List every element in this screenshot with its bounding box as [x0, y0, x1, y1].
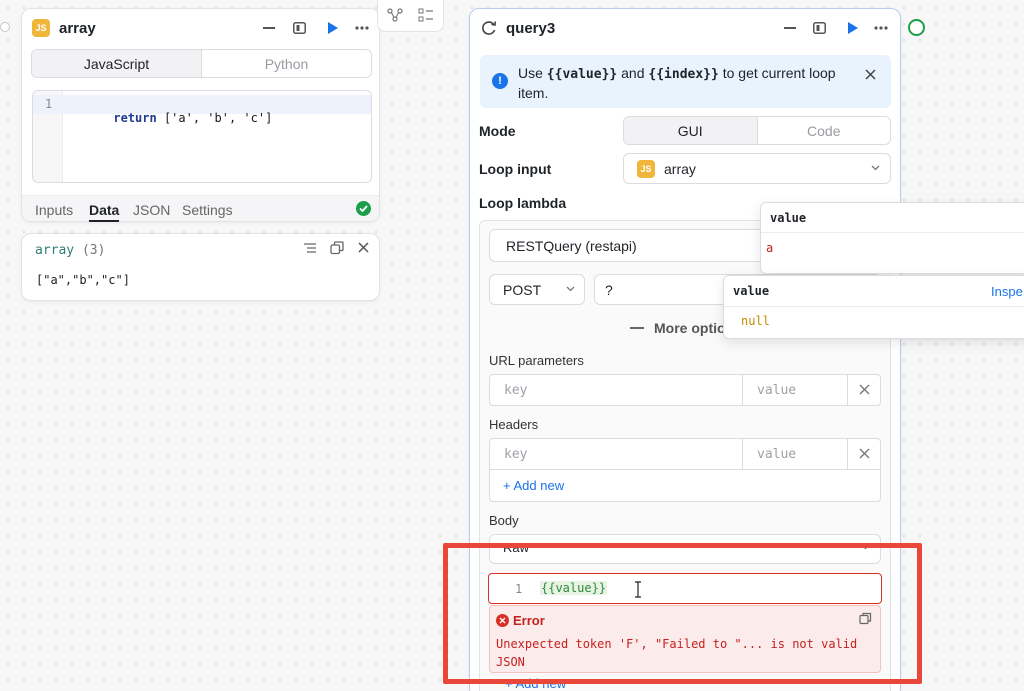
minimize-icon[interactable] — [260, 18, 278, 38]
body-type-select[interactable]: Raw — [489, 534, 881, 564]
run-icon[interactable] — [323, 18, 341, 38]
copy-icon[interactable] — [859, 612, 872, 625]
text-cursor-icon — [634, 581, 642, 601]
result-panel: array (3) ["a","b","c"] — [21, 233, 380, 301]
code-keyword: return — [113, 111, 157, 125]
tab-python[interactable]: Python — [201, 50, 371, 77]
mode-toggle: GUI Code — [623, 116, 891, 145]
mode-label: Mode — [479, 123, 516, 139]
error-box: Error Unexpected token 'F', "Failed to "… — [489, 605, 881, 673]
remove-row-icon[interactable] — [859, 448, 870, 459]
headers-block: key value + Add new — [489, 438, 881, 502]
add-body-row-button[interactable]: + Add new — [505, 676, 566, 691]
info-text: Use {{value}} and {{index}} to get curre… — [518, 65, 836, 101]
connector-dot-left[interactable] — [0, 22, 10, 32]
mode-code[interactable]: Code — [756, 117, 891, 144]
loop-icon — [480, 19, 498, 37]
wrap-text-icon[interactable] — [303, 242, 317, 254]
panel-layout-icon[interactable] — [810, 18, 828, 38]
success-check-icon — [356, 201, 371, 216]
result-value: ["a","b","c"] — [36, 273, 130, 287]
tab-inputs[interactable]: Inputs — [35, 202, 73, 218]
method-select[interactable]: POST — [489, 274, 585, 305]
line-number: 1 — [515, 582, 523, 596]
tooltip-title: value — [770, 211, 807, 225]
list-layout-icon[interactable] — [418, 8, 434, 22]
error-title: Error — [513, 613, 545, 628]
value-tooltip: value a — [760, 202, 1024, 274]
header-key-input[interactable]: key — [504, 447, 527, 462]
info-banner: ! Use {{value}} and {{index}} to get cur… — [480, 55, 891, 108]
query3-title[interactable]: query3 — [506, 20, 555, 37]
tooltip-title: value — [733, 284, 770, 298]
more-icon[interactable] — [872, 18, 890, 38]
tab-data[interactable]: Data — [89, 202, 120, 222]
connector-dot-right[interactable] — [908, 19, 925, 36]
loop-lambda-label: Loop lambda — [479, 195, 567, 211]
more-icon[interactable] — [353, 18, 371, 38]
js-icon: JS — [32, 19, 50, 37]
close-icon[interactable] — [865, 69, 876, 80]
remove-row-icon[interactable] — [859, 384, 870, 395]
canvas-toolbar — [377, 0, 444, 32]
tooltip-value: a — [766, 241, 774, 255]
url-params-row: key value — [489, 374, 881, 406]
line-number: 1 — [45, 97, 53, 111]
info-icon: ! — [492, 73, 508, 89]
js-icon: JS — [637, 159, 655, 178]
loop-input-label: Loop input — [479, 161, 552, 177]
language-toggle: JavaScript Python — [31, 49, 372, 78]
url-param-value-input[interactable]: value — [757, 383, 796, 398]
more-options-toggle[interactable]: More optio — [630, 320, 726, 336]
copy-icon[interactable] — [330, 241, 344, 255]
query3-panel: query3 ! Use {{value}} and {{index}} to … — [469, 8, 901, 691]
code-editor[interactable]: 1 return ['a', 'b', 'c'] — [32, 90, 372, 183]
code-text: ['a', 'b', 'c'] — [156, 111, 273, 125]
chevron-down-icon — [871, 165, 880, 171]
tooltip-value: null — [741, 314, 770, 328]
array-query-panel: JS array JavaScript Python 1 return ['a'… — [21, 8, 380, 222]
bottom-tabs: Inputs Data JSON Settings — [22, 195, 379, 222]
url-param-key-input[interactable]: key — [504, 383, 527, 398]
error-icon — [496, 614, 509, 627]
chevron-down-icon — [566, 286, 575, 292]
inspect-link[interactable]: Inspe — [991, 284, 1023, 299]
panel-layout-icon[interactable] — [290, 18, 308, 38]
tab-settings[interactable]: Settings — [182, 202, 233, 218]
result-name: array (3) — [35, 243, 106, 258]
add-header-button[interactable]: + Add new — [503, 478, 564, 493]
headers-label: Headers — [489, 417, 539, 432]
mode-gui[interactable]: GUI — [624, 117, 757, 144]
body-label: Body — [489, 513, 519, 528]
close-icon[interactable] — [358, 242, 369, 253]
loop-input-select[interactable]: JS array — [623, 153, 891, 184]
url-params-label: URL parameters — [489, 353, 584, 368]
chevron-down-icon — [861, 544, 870, 550]
tab-javascript[interactable]: JavaScript — [32, 50, 201, 77]
graph-icon[interactable] — [387, 8, 403, 22]
minimize-icon[interactable] — [781, 18, 799, 38]
run-icon[interactable] — [843, 18, 861, 38]
body-editor[interactable]: 1 {{value}} — [488, 573, 882, 604]
array-panel-title[interactable]: array — [59, 20, 96, 37]
header-value-input[interactable]: value — [757, 447, 796, 462]
error-message: Unexpected token 'F', "Failed to "... is… — [496, 637, 858, 669]
tab-json[interactable]: JSON — [133, 202, 170, 218]
value-inspect-tooltip: value Inspe null — [723, 275, 1024, 339]
body-code: {{value}} — [540, 581, 608, 595]
